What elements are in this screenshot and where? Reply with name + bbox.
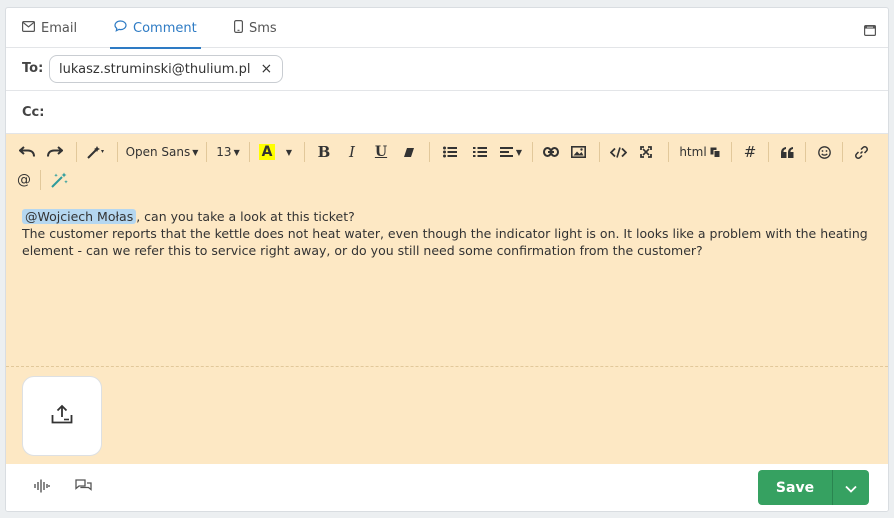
chevron-down-icon — [845, 478, 857, 497]
toolbar-divider — [842, 142, 843, 162]
tab-email[interactable]: Email — [22, 8, 77, 48]
save-options-dropdown[interactable] — [833, 470, 869, 505]
image-icon[interactable] — [563, 140, 593, 164]
highlight-color-button[interactable]: A — [256, 140, 278, 164]
highlight-color-dropdown[interactable]: ▼ — [278, 140, 298, 164]
magic-wand-icon[interactable] — [83, 140, 111, 164]
editor-toolbar: Open Sans ▼ 13 ▼ A ▼ B I U ▼ html # @ — [14, 138, 880, 194]
comment-body[interactable]: @Wojciech Mołas, can you take a look at … — [22, 208, 872, 259]
tab-comment-label: Comment — [133, 20, 197, 36]
font-family-value: Open Sans — [125, 145, 191, 159]
comment-editor: Open Sans ▼ 13 ▼ A ▼ B I U ▼ html # @ @W… — [6, 134, 888, 464]
first-line-text: , can you take a look at this ticket? — [136, 209, 355, 224]
remove-recipient-icon[interactable]: × — [260, 61, 272, 77]
channel-tabs: Email Comment Sms — [6, 8, 888, 49]
tab-comment[interactable]: Comment — [110, 8, 201, 49]
italic-button[interactable]: I — [337, 140, 367, 164]
toolbar-divider — [731, 142, 732, 162]
font-size-dropdown[interactable]: 13 ▼ — [213, 140, 243, 164]
ai-wand-icon[interactable] — [47, 168, 73, 192]
quote-icon[interactable] — [775, 140, 799, 164]
recipient-email: lukasz.struminski@thulium.pl — [59, 61, 251, 77]
align-dropdown[interactable]: ▼ — [496, 140, 526, 164]
envelope-icon — [22, 20, 41, 36]
font-family-dropdown[interactable]: Open Sans ▼ — [124, 140, 200, 164]
bullet-list-icon[interactable] — [436, 140, 464, 164]
undo-icon[interactable] — [14, 140, 40, 164]
toolbar-divider — [532, 142, 533, 162]
code-icon[interactable] — [606, 140, 630, 164]
html-label: html — [679, 145, 707, 159]
numbered-list-icon[interactable] — [464, 140, 496, 164]
chevron-down-icon: ▼ — [192, 147, 199, 157]
phone-icon — [234, 19, 249, 37]
highlight-letter: A — [258, 144, 276, 160]
hashtag-button[interactable]: # — [738, 140, 762, 164]
bold-button[interactable]: B — [311, 140, 337, 164]
toolbar-divider — [805, 142, 806, 162]
audio-wave-icon[interactable] — [34, 478, 50, 497]
mention-tag[interactable]: @Wojciech Mołas — [22, 209, 137, 224]
tab-email-label: Email — [41, 20, 78, 36]
chat-bubbles-icon[interactable] — [75, 478, 92, 497]
toolbar-divider — [40, 170, 41, 190]
cc-label: Cc: — [22, 105, 45, 120]
toolbar-divider — [599, 142, 600, 162]
chevron-down-icon: ▼ — [285, 147, 293, 157]
tab-sms[interactable]: Sms — [234, 8, 277, 48]
link-icon[interactable] — [539, 140, 563, 164]
toolbar-divider — [76, 142, 77, 162]
insert-link-icon[interactable] — [849, 140, 873, 164]
toolbar-divider — [429, 142, 430, 162]
emoji-icon[interactable] — [812, 140, 836, 164]
save-button-group: Save — [758, 470, 869, 505]
recipient-chip[interactable]: lukasz.struminski@thulium.pl × — [49, 55, 284, 83]
html-source-button[interactable]: html — [675, 140, 725, 164]
comment-paragraph: The customer reports that the kettle doe… — [22, 226, 868, 258]
fullscreen-icon[interactable] — [630, 140, 662, 164]
redo-icon[interactable] — [40, 140, 70, 164]
chevron-down-icon: ▼ — [233, 147, 240, 157]
comment-icon — [114, 20, 133, 36]
toolbar-divider — [768, 142, 769, 162]
save-button[interactable]: Save — [758, 470, 833, 505]
cc-row[interactable]: Cc: — [6, 91, 888, 134]
toolbar-divider — [117, 142, 118, 162]
to-row: To: lukasz.struminski@thulium.pl × — [6, 48, 888, 91]
underline-button[interactable]: U — [367, 140, 395, 164]
to-label: To: — [22, 61, 44, 76]
tab-sms-label: Sms — [249, 20, 277, 36]
window-icon[interactable] — [864, 21, 877, 40]
footer-bar: Save — [6, 464, 888, 511]
upload-icon — [51, 404, 73, 428]
toolbar-divider — [249, 142, 250, 162]
toolbar-divider — [304, 142, 305, 162]
compose-panel: Email Comment Sms To: lukasz.struminski@… — [5, 7, 889, 512]
mention-button[interactable]: @ — [14, 168, 34, 192]
attachment-divider — [6, 366, 888, 367]
font-size-value: 13 — [216, 145, 232, 159]
toolbar-divider — [668, 142, 669, 162]
upload-attachment-button[interactable] — [22, 376, 102, 456]
eraser-icon[interactable] — [395, 140, 423, 164]
toolbar-divider — [206, 142, 207, 162]
comment-first-line: @Wojciech Mołas, can you take a look at … — [22, 208, 872, 225]
chevron-down-icon: ▼ — [515, 147, 523, 157]
